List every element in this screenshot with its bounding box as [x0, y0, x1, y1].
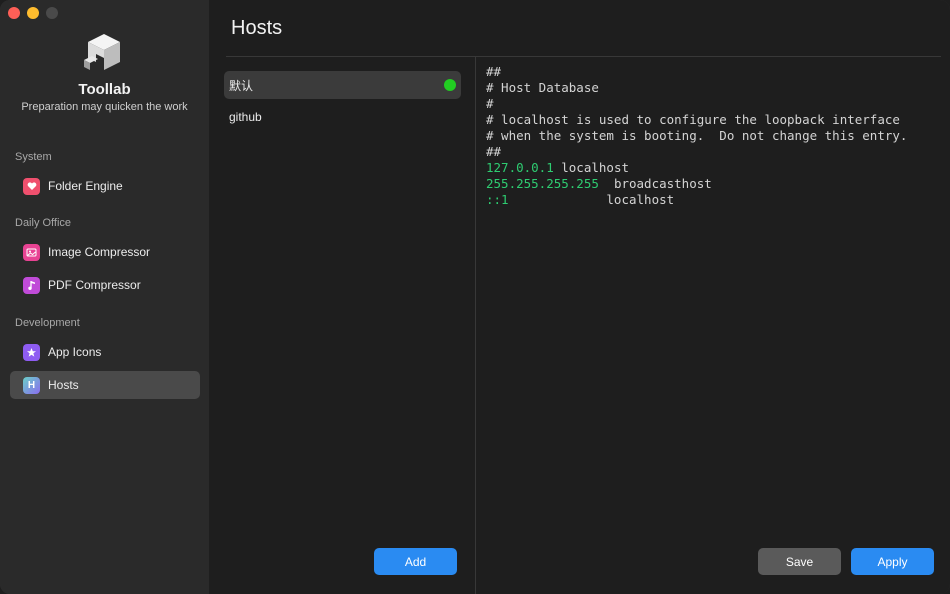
star-icon	[23, 343, 40, 361]
ip-address: 127.0.0.1	[486, 160, 554, 175]
save-button[interactable]: Save	[758, 548, 841, 575]
sidebar-item-label: App Icons	[48, 345, 102, 359]
hosts-editor[interactable]: ## # Host Database # # localhost is used…	[476, 57, 950, 594]
sidebar-item-pdf-compressor[interactable]: PDF Compressor	[10, 271, 200, 299]
sidebar-item-app-icons[interactable]: App Icons	[10, 338, 200, 366]
toollab-logo-icon	[84, 34, 120, 70]
maximize-window-button[interactable]	[46, 7, 58, 19]
code-line: # Host Database	[486, 80, 599, 95]
sidebar-item-image-compressor[interactable]: Image Compressor	[10, 238, 200, 266]
hostname: localhost	[508, 192, 675, 207]
app-window: Toollab Preparation may quicken the work…	[0, 0, 950, 594]
hostname: localhost	[553, 160, 629, 175]
hostname: broadcasthost	[598, 176, 712, 191]
active-status-dot	[444, 79, 456, 91]
code-line: # when the system is booting. Do not cha…	[486, 128, 908, 143]
code-line: # localhost is used to configure the loo…	[486, 112, 900, 127]
section-label-development: Development	[15, 317, 80, 329]
sidebar: Toollab Preparation may quicken the work…	[0, 0, 210, 594]
ip-address: 255.255.255.255	[486, 176, 599, 191]
music-note-icon	[23, 276, 40, 294]
minimize-window-button[interactable]	[27, 7, 39, 19]
heart-icon	[23, 177, 40, 195]
sidebar-item-label: Image Compressor	[48, 245, 151, 259]
host-name: 默认	[229, 78, 254, 93]
app-name: Toollab	[78, 81, 131, 98]
sidebar-item-folder-engine[interactable]: Folder Engine	[10, 172, 200, 200]
window-controls	[8, 7, 58, 19]
code-line: ::1 localhost	[486, 192, 674, 207]
code-line: #	[486, 96, 494, 111]
add-button[interactable]: Add	[374, 548, 457, 575]
code-line: 255.255.255.255 broadcasthost	[486, 176, 712, 191]
sidebar-item-label: Hosts	[48, 378, 79, 392]
apply-button[interactable]: Apply	[851, 548, 934, 575]
image-icon	[23, 243, 40, 261]
section-label-daily-office: Daily Office	[15, 217, 72, 229]
host-list: 默认 github Add	[209, 57, 476, 594]
app-tagline: Preparation may quicken the work	[21, 101, 188, 113]
close-window-button[interactable]	[8, 7, 20, 19]
ip-address: ::1	[486, 192, 509, 207]
sidebar-item-hosts[interactable]: H Hosts	[10, 371, 200, 399]
code-line: 127.0.0.1 localhost	[486, 160, 629, 175]
host-item-github[interactable]: github	[224, 103, 461, 131]
sidebar-item-label: Folder Engine	[48, 179, 123, 193]
host-name: github	[229, 110, 262, 124]
page-title: Hosts	[231, 17, 283, 39]
h-icon: H	[23, 376, 40, 394]
main-content: Hosts 默认 github Add ## # Host Database #…	[209, 0, 950, 594]
host-item-default[interactable]: 默认	[224, 71, 461, 99]
section-label-system: System	[15, 151, 52, 163]
code-line: ##	[486, 144, 502, 159]
sidebar-item-label: PDF Compressor	[48, 278, 141, 292]
code-line: ##	[486, 64, 502, 79]
